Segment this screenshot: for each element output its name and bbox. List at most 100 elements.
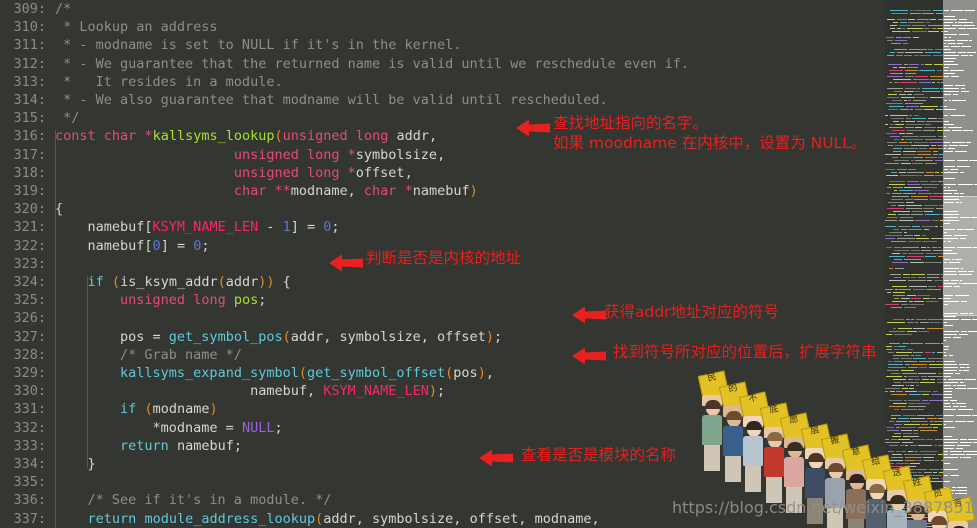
line-number: 328: (13, 346, 46, 363)
code-line[interactable]: 330: namebuf, KSYM_NAME_LEN); (0, 382, 885, 400)
minimap-line (885, 3, 943, 15)
overview-line (943, 120, 977, 132)
line-number: 323: (13, 255, 46, 272)
left-arrow-icon (572, 347, 606, 365)
line-number: 314: (13, 92, 46, 108)
code-text[interactable]: kallsyms_expand_symbol(get_symbol_offset… (55, 365, 494, 381)
minimap-line (885, 231, 943, 243)
code-line[interactable]: 329: kallsyms_expand_symbol(get_symbol_o… (0, 364, 885, 382)
line-number: 309: (13, 1, 46, 17)
code-text[interactable]: * It resides in a module. (55, 74, 282, 90)
left-arrow-icon (516, 119, 550, 137)
code-line[interactable]: 309: /* (0, 0, 885, 18)
left-arrow-icon (572, 306, 606, 324)
code-line[interactable]: 310: * Lookup an address (0, 18, 885, 36)
anno-expand-string: 找到符号所对应的位置后，扩展字符串 (613, 343, 877, 361)
overview-line (943, 411, 977, 423)
code-line[interactable]: 311: * - modname is set to NULL if it's … (0, 36, 885, 54)
line-number: 325: (13, 292, 46, 309)
line-number: 321: (13, 219, 46, 236)
code-text[interactable]: unsigned long *symbolsize, (55, 147, 445, 163)
scrollbar-overview[interactable] (943, 0, 977, 528)
code-text[interactable]: /* (55, 1, 71, 17)
code-line[interactable]: 313: * It resides in a module. (0, 73, 885, 91)
minimap-line (885, 210, 943, 222)
left-arrow-icon (329, 254, 363, 272)
line-number: 336: (13, 492, 46, 509)
code-line[interactable]: 320: { (0, 200, 885, 218)
overview-line (943, 447, 977, 459)
code-text[interactable]: return namebuf; (55, 438, 242, 454)
line-number: 322: (13, 237, 46, 254)
code-minimap[interactable] (885, 0, 943, 528)
code-text[interactable]: { (55, 201, 63, 217)
line-number: 312: (13, 55, 46, 72)
minimap-line (885, 165, 943, 177)
minimap-line (885, 312, 943, 324)
code-text[interactable]: unsigned long *offset, (55, 165, 413, 181)
indent-guide (55, 130, 56, 528)
code-text[interactable]: * - modname is set to NULL if it's in th… (55, 37, 461, 53)
code-text[interactable]: namebuf, KSYM_NAME_LEN); (55, 383, 445, 399)
line-number: 318: (13, 164, 46, 181)
code-line[interactable]: 319: char **modname, char *namebuf) (0, 182, 885, 200)
code-text[interactable]: * - We guarantee that the returned name … (55, 56, 689, 72)
code-line[interactable]: 318: unsigned long *offset, (0, 164, 885, 182)
overview-line (943, 399, 977, 411)
scrollbar-thumb[interactable] (943, 196, 977, 316)
minimap-line (885, 153, 943, 165)
line-number: 329: (13, 365, 46, 381)
code-text[interactable]: if (modname) (55, 401, 218, 417)
code-text[interactable]: * - We also guarantee that modname will … (55, 92, 608, 108)
overview-line (943, 0, 977, 12)
overview-line (943, 405, 977, 417)
code-text[interactable]: /* Grab name */ (55, 347, 242, 363)
code-line[interactable]: 332: *modname = NULL; (0, 419, 885, 437)
code-text[interactable]: return module_address_lookup(addr, symbo… (55, 511, 600, 527)
code-line[interactable]: 334: } (0, 455, 885, 473)
minimap-line (885, 21, 943, 33)
line-number: 310: (13, 19, 46, 36)
minimap-line (885, 489, 943, 501)
code-text[interactable]: *modname = NULL; (55, 420, 283, 436)
code-line[interactable]: 335: (0, 473, 885, 491)
line-number: 317: (13, 146, 46, 163)
line-number: 315: (13, 110, 46, 127)
code-line[interactable]: 333: return namebuf; (0, 437, 885, 455)
minimap-line (885, 99, 943, 111)
code-text[interactable]: } (55, 456, 96, 472)
overview-line (943, 150, 977, 162)
code-text[interactable]: if (is_ksym_addr(addr)) { (55, 274, 291, 290)
code-line[interactable]: 324: if (is_ksym_addr(addr)) { (0, 273, 885, 291)
line-number: 319: (13, 183, 46, 199)
minimap-line (885, 252, 943, 264)
code-text[interactable]: const char *kallsyms_lookup(unsigned lon… (55, 128, 437, 144)
code-text[interactable]: */ (55, 110, 79, 126)
line-number: 320: (13, 201, 46, 218)
anno-is-kernel-addr: 判断是否是内核的地址 (366, 249, 522, 267)
code-line[interactable]: 312: * - We guarantee that the returned … (0, 55, 885, 73)
indent-guide (87, 276, 88, 468)
code-line[interactable]: 315: */ (0, 109, 885, 127)
line-number: 324: (13, 274, 46, 290)
code-text[interactable]: namebuf[KSYM_NAME_LEN - 1] = 0; (55, 219, 340, 235)
code-text[interactable]: /* See if it's in a module. */ (55, 492, 332, 508)
code-text[interactable]: namebuf[0] = 0; (55, 238, 210, 254)
line-number: 334: (13, 456, 46, 472)
code-text[interactable]: pos = get_symbol_pos(addr, symbolsize, o… (55, 329, 502, 345)
line-number: 311: (13, 37, 46, 54)
watermark-url: https://blog.csdn.net/weixin_38878510 (672, 498, 977, 517)
code-text[interactable]: char **modname, char *namebuf) (55, 183, 478, 199)
minimap-line (885, 384, 943, 396)
code-line[interactable]: 321: namebuf[KSYM_NAME_LEN - 1] = 0; (0, 218, 885, 236)
code-text[interactable]: * Lookup an address (55, 19, 217, 35)
line-number: 332: (13, 419, 46, 436)
minimap-line (885, 45, 943, 57)
line-number: 337: (13, 510, 46, 527)
code-line[interactable]: 331: if (modname) (0, 400, 885, 418)
anno-lookup-name: 查找地址指向的名字。 (553, 114, 709, 132)
line-number: 327: (13, 328, 46, 345)
line-number: 335: (13, 474, 46, 491)
minimap-line (885, 72, 943, 84)
code-line[interactable]: 314: * - We also guarantee that modname … (0, 91, 885, 109)
